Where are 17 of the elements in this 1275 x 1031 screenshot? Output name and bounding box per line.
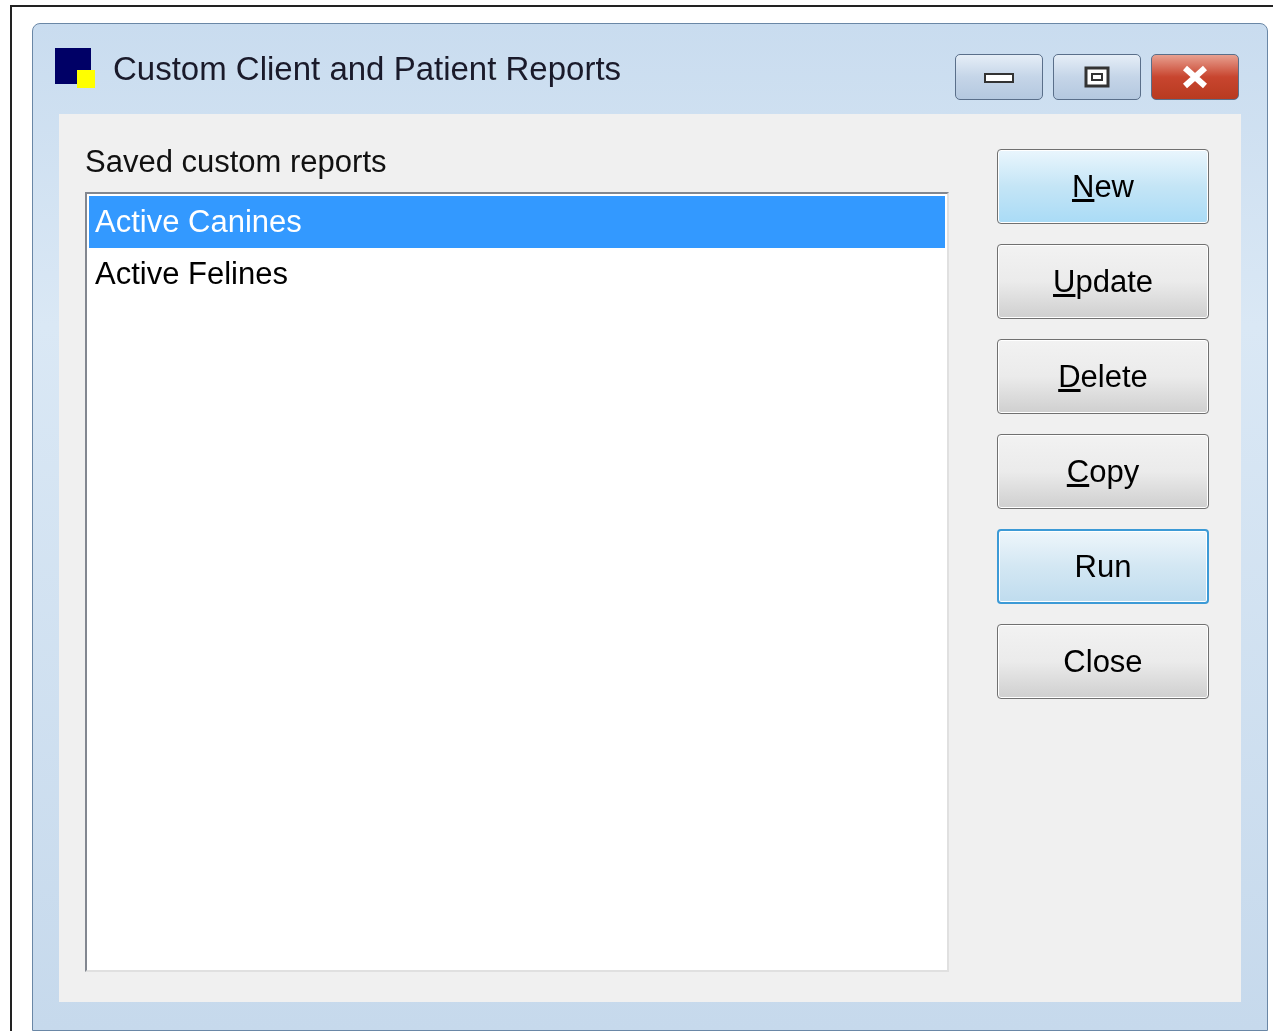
list-item[interactable]: Active Felines xyxy=(89,248,945,300)
dialog-button[interactable]: Delete xyxy=(997,339,1209,414)
close-button[interactable] xyxy=(1151,54,1239,100)
dialog-button[interactable]: New xyxy=(997,149,1209,224)
maximize-button[interactable] xyxy=(1053,54,1141,100)
maximize-icon xyxy=(1084,66,1110,88)
window-title: Custom Client and Patient Reports xyxy=(113,50,623,88)
app-icon xyxy=(55,48,97,90)
dialog-button[interactable]: Copy xyxy=(997,434,1209,509)
minimize-button[interactable] xyxy=(955,54,1043,100)
dialog-button[interactable]: Close xyxy=(997,624,1209,699)
dialog-button[interactable]: Update xyxy=(997,244,1209,319)
dialog-button[interactable]: Run xyxy=(997,529,1209,604)
list-label: Saved custom reports xyxy=(85,144,388,180)
reports-list[interactable]: Active Canines Active Felines xyxy=(85,192,949,972)
minimize-icon xyxy=(984,70,1014,84)
close-icon xyxy=(1181,65,1209,89)
